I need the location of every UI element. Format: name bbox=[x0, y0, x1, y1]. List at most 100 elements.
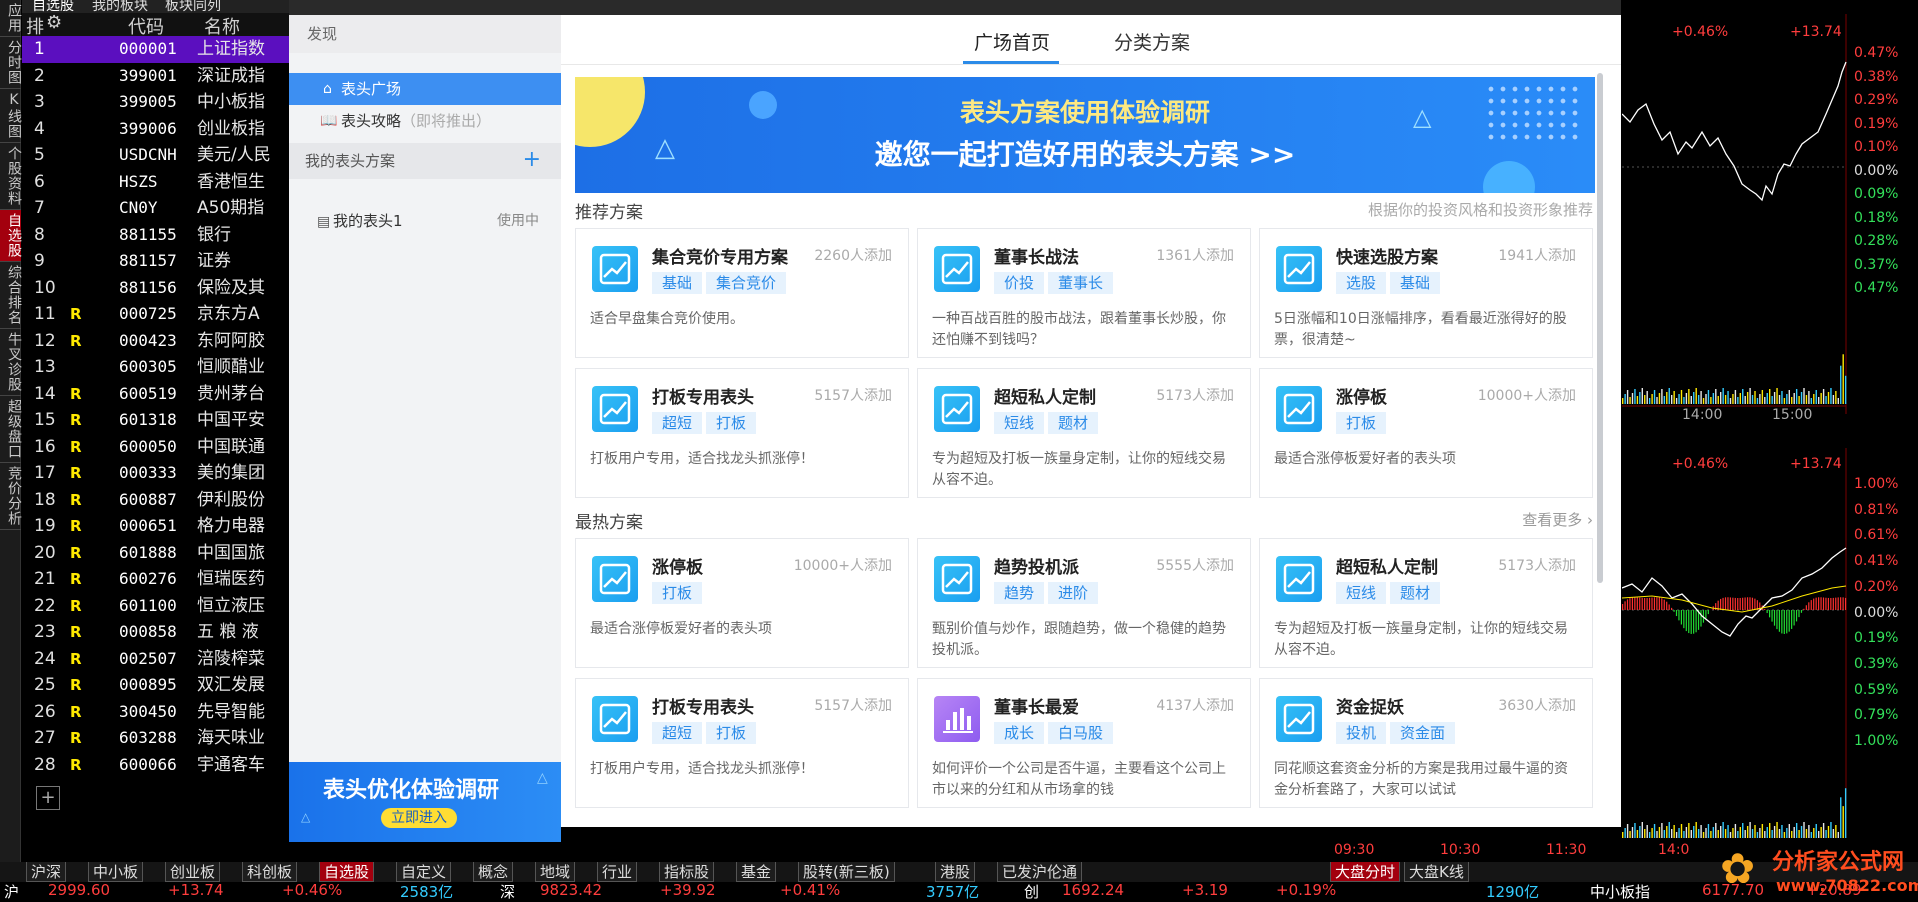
r-flag: R bbox=[70, 619, 82, 645]
scheme-card[interactable]: 资金捉妖3630人添加投机资金面同花顺这套资金分析的方案是我用过最牛逼的资金分析… bbox=[1259, 678, 1593, 808]
table-row[interactable]: 9881157证券 bbox=[22, 248, 290, 275]
volume-bar bbox=[1722, 822, 1723, 838]
market-tab[interactable]: 科创板 bbox=[242, 862, 297, 882]
volume-bar bbox=[1767, 827, 1768, 838]
index-chart-tab[interactable]: 大盘分时 bbox=[1330, 862, 1400, 882]
scheme-card[interactable]: 涨停板10000+人添加打板最适合涨停板爱好者的表头项 bbox=[1259, 368, 1593, 498]
table-row[interactable]: 11R000725京东方A bbox=[22, 301, 290, 328]
market-tab[interactable]: 自选股 bbox=[319, 862, 374, 882]
tab-category-schemes[interactable]: 分类方案 bbox=[1114, 28, 1190, 55]
survey-promo-banner[interactable]: 表头优化体验调研 立即进入 △ △ bbox=[289, 762, 561, 842]
macd-bar bbox=[1676, 610, 1677, 616]
survey-banner[interactable]: △ △ 表头方案使用体验调研 邀您一起打造好用的表头方案 >> bbox=[575, 77, 1595, 193]
scrollbar[interactable] bbox=[1597, 73, 1603, 583]
scheme-card[interactable]: 董事长最爱4137人添加成长白马股如何评价一个公司是否牛逼，主要看这个公司上市以… bbox=[917, 678, 1251, 808]
scheme-card[interactable]: 趋势投机派5555人添加趋势进阶甄别价值与炒作，跟随趋势，做一个稳健的趋势投机派… bbox=[917, 538, 1251, 668]
left-tab[interactable]: 牛叉诊股 bbox=[0, 329, 21, 396]
market-tab[interactable]: 港股 bbox=[935, 862, 975, 882]
left-tab[interactable]: 分时图 bbox=[0, 37, 21, 89]
table-row[interactable]: 19R000651格力电器 bbox=[22, 513, 290, 540]
left-tab[interactable]: 应用 bbox=[0, 0, 21, 37]
table-row[interactable]: 4399006创业板指 bbox=[22, 116, 290, 143]
table-row[interactable]: 10881156保险及其 bbox=[22, 275, 290, 302]
sidebar-item-header-square[interactable]: ⌂ 表头广场 bbox=[289, 73, 561, 105]
table-row[interactable]: 8881155银行 bbox=[22, 222, 290, 249]
chart-icon bbox=[1276, 246, 1322, 292]
view-more-link[interactable]: 查看更多 › bbox=[1522, 509, 1593, 530]
gear-icon[interactable]: ⚙ bbox=[46, 12, 62, 33]
table-row[interactable]: 6HSZS香港恒生 bbox=[22, 169, 290, 196]
market-tab[interactable]: 基金 bbox=[736, 862, 776, 882]
scheme-card[interactable]: 打板专用表头5157人添加超短打板打板用户专用，适合找龙头抓涨停！ bbox=[575, 368, 909, 498]
scheme-card[interactable]: 打板专用表头5157人添加超短打板打板用户专用，适合找龙头抓涨停！ bbox=[575, 678, 909, 808]
scheme-card[interactable]: 董事长战法1361人添加价投董事长一种百战百胜的股市战法，跟着董事长炒股，你还怕… bbox=[917, 228, 1251, 358]
table-row[interactable]: 25R000895双汇发展 bbox=[22, 672, 290, 699]
market-tab[interactable]: 自定义 bbox=[396, 862, 451, 882]
left-tab[interactable]: 超级盘口 bbox=[0, 396, 21, 463]
table-row[interactable]: 26R300450先导智能 bbox=[22, 699, 290, 726]
volume-bar bbox=[1776, 822, 1777, 838]
volume-bar bbox=[1651, 394, 1652, 404]
macd-bar bbox=[1727, 597, 1728, 610]
market-tab[interactable]: 指标股 bbox=[659, 862, 714, 882]
table-row[interactable]: 17R000333美的集团 bbox=[22, 460, 290, 487]
table-row[interactable]: 1000001上证指数 bbox=[22, 36, 290, 63]
macd-bar bbox=[1624, 601, 1625, 610]
table-row[interactable]: 18R600887伊利股份 bbox=[22, 487, 290, 514]
pct-tick: 0.79% bbox=[1854, 707, 1898, 723]
index-chart-tab[interactable]: 大盘K线 bbox=[1404, 862, 1469, 882]
table-row[interactable]: 24R002507涪陵榨菜 bbox=[22, 646, 290, 673]
card-tag: 董事长 bbox=[1048, 272, 1113, 294]
market-tab[interactable]: 地域 bbox=[535, 862, 575, 882]
code-cell: 600305 bbox=[119, 354, 177, 380]
table-row[interactable]: 13600305恒顺醋业 bbox=[22, 354, 290, 381]
market-tab[interactable]: 行业 bbox=[597, 862, 637, 882]
scheme-card[interactable]: 涨停板10000+人添加打板最适合涨停板爱好者的表头项 bbox=[575, 538, 909, 668]
market-tab[interactable]: 沪深 bbox=[26, 862, 66, 882]
table-row[interactable]: 16R600050中国联通 bbox=[22, 434, 290, 461]
tab-square-home[interactable]: 广场首页 bbox=[974, 28, 1050, 55]
scheme-card[interactable]: 快速选股方案1941人添加选股基础5日涨幅和10日涨幅排序，看看最近涨得好的股票… bbox=[1259, 228, 1593, 358]
rank-cell: 7 bbox=[34, 195, 64, 221]
left-tab[interactable]: K线图 bbox=[0, 89, 21, 143]
rank-cell: 24 bbox=[34, 646, 64, 672]
market-tab[interactable]: 创业板 bbox=[165, 862, 220, 882]
table-row[interactable]: 23R000858五 粮 液 bbox=[22, 619, 290, 646]
add-scheme-button[interactable]: + bbox=[523, 142, 541, 178]
volume-bar bbox=[1700, 391, 1701, 404]
table-row[interactable]: 3399005中小板指 bbox=[22, 89, 290, 116]
market-tab[interactable]: 概念 bbox=[473, 862, 513, 882]
scheme-card[interactable]: 集合竞价专用方案2260人添加基础集合竞价适合早盘集合竞价使用。 bbox=[575, 228, 909, 358]
table-row[interactable]: 7CN0YA50期指 bbox=[22, 195, 290, 222]
table-row[interactable]: 20R601888中国国旅 bbox=[22, 540, 290, 567]
my-header-item[interactable]: ▤ 我的表头1 使用中 bbox=[289, 205, 561, 237]
left-tab[interactable]: 综合排名 bbox=[0, 262, 21, 329]
table-row[interactable]: 22R601100恒立液压 bbox=[22, 593, 290, 620]
scheme-card[interactable]: 超短私人定制5173人添加短线题材专为超短及打板一族量身定制，让你的短线交易从容… bbox=[1259, 538, 1593, 668]
scheme-card[interactable]: 超短私人定制5173人添加短线题材专为超短及打板一族量身定制，让你的短线交易从容… bbox=[917, 368, 1251, 498]
table-row[interactable]: 28R600066宇通客车 bbox=[22, 752, 290, 779]
volume-bar bbox=[1673, 825, 1674, 838]
table-row[interactable]: 12R000423东阿阿胶 bbox=[22, 328, 290, 355]
name-cell: 中国国旅 bbox=[197, 540, 265, 566]
table-row[interactable]: 27R603288海天味业 bbox=[22, 725, 290, 752]
left-tab[interactable]: 自选股 bbox=[0, 210, 21, 262]
table-row[interactable]: 14R600519贵州茅台 bbox=[22, 381, 290, 408]
enter-now-button[interactable]: 立即进入 bbox=[381, 808, 457, 828]
sidebar-item-header-guide[interactable]: 📖 表头攻略（即将推出） bbox=[289, 105, 561, 137]
add-stock-button[interactable]: + bbox=[36, 786, 60, 810]
macd-bar bbox=[1683, 610, 1684, 628]
volume-bar bbox=[1688, 389, 1689, 404]
table-row[interactable]: 2399001深证成指 bbox=[22, 63, 290, 90]
rank-cell: 17 bbox=[34, 460, 64, 486]
market-tab[interactable]: 股转(新三板) bbox=[798, 862, 895, 882]
macd-bar bbox=[1661, 598, 1662, 610]
market-tab[interactable]: 中小板 bbox=[88, 862, 143, 882]
table-row[interactable]: 15R601318中国平安 bbox=[22, 407, 290, 434]
market-tab[interactable]: 已发沪伦通 bbox=[997, 862, 1082, 882]
table-row[interactable]: 21R600276恒瑞医药 bbox=[22, 566, 290, 593]
table-row[interactable]: 5USDCNH美元/人民 bbox=[22, 142, 290, 169]
macd-bar bbox=[1833, 598, 1834, 610]
left-tab[interactable]: 个股资料 bbox=[0, 143, 21, 210]
left-tab[interactable]: 竞价分析 bbox=[0, 463, 21, 530]
